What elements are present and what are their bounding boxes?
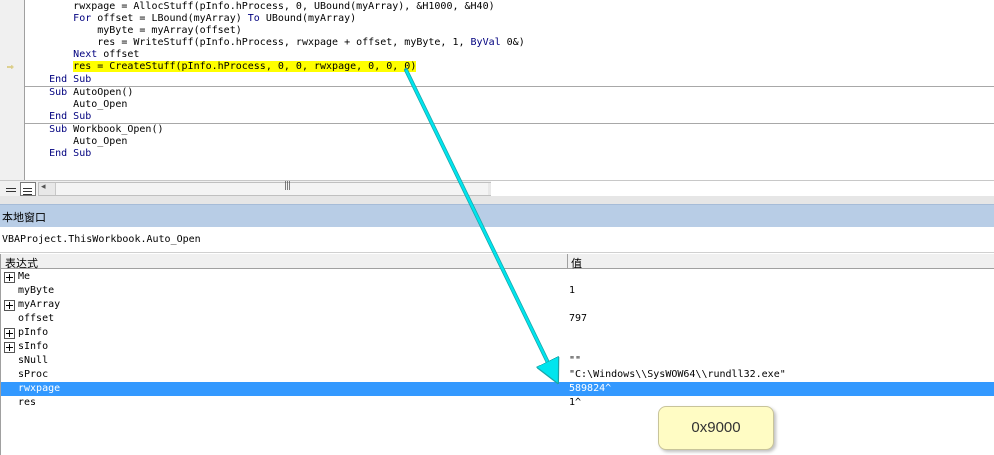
locals-context-label: VBAProject.ThisWorkbook.Auto_Open xyxy=(2,234,201,245)
code-line-text: Auto_Open xyxy=(73,136,128,148)
locals-row-value: 589824^ xyxy=(569,383,612,394)
code-line[interactable]: res = WriteStuff(pInfo.hProcess, rwxpage… xyxy=(25,37,994,49)
code-line[interactable]: Auto_Open xyxy=(25,136,994,148)
current-statement-arrow-icon: ⇨ xyxy=(7,60,14,73)
code-line-text: Sub AutoOpen() xyxy=(49,86,134,98)
column-divider[interactable] xyxy=(567,254,568,268)
expand-plus-icon[interactable] xyxy=(4,342,15,353)
code-line-text: End Sub xyxy=(49,73,92,85)
code-line-indent xyxy=(25,49,73,60)
code-line-indent xyxy=(25,148,49,159)
code-line-text: Auto_Open xyxy=(73,98,128,110)
code-line[interactable]: Next offset xyxy=(25,49,994,61)
code-line-indent xyxy=(25,25,97,36)
locals-row[interactable]: Me xyxy=(1,270,994,284)
locals-row[interactable]: offset 797 xyxy=(1,312,994,326)
locals-row-value: 797 xyxy=(569,313,588,324)
code-line-text: rwxpage = AllocStuff(pInfo.hProcess, 0, … xyxy=(73,1,495,12)
locals-row-name: res xyxy=(18,397,37,408)
code-line-indent xyxy=(25,61,73,72)
locals-row[interactable]: sNull "" xyxy=(1,354,994,368)
code-line-indent xyxy=(25,99,73,110)
window-splitter[interactable] xyxy=(0,196,994,204)
code-line-indent xyxy=(25,136,73,147)
expand-plus-icon[interactable] xyxy=(4,328,15,339)
code-line-indent xyxy=(25,111,49,122)
code-line[interactable]: Sub Workbook_Open() xyxy=(25,122,994,136)
code-line[interactable]: End Sub xyxy=(25,111,994,123)
code-line-text: res = WriteStuff(pInfo.hProcess, rwxpage… xyxy=(97,37,525,49)
locals-grid: 表达式 值 Me myByte 1 myArray offset 797 pInfo sInf… xyxy=(0,254,994,455)
full-module-view-button[interactable] xyxy=(20,182,36,196)
locals-row-name: myByte xyxy=(18,285,55,296)
code-line-indent xyxy=(25,74,49,85)
value-column-header[interactable]: 值 xyxy=(571,255,582,271)
code-line-text: End Sub xyxy=(49,148,92,160)
locals-window-title-bar[interactable]: 本地窗口 xyxy=(0,204,994,227)
locals-row-name: Me xyxy=(18,271,31,282)
locals-row-name: offset xyxy=(18,313,55,324)
horizontal-scrollbar[interactable]: ◂ ||| xyxy=(38,181,492,196)
code-window-bottom-blank xyxy=(491,181,994,196)
locals-row[interactable]: res 1^ xyxy=(1,396,994,410)
locals-row-value: "C:\Windows\\SysWOW64\\rundll32.exe" xyxy=(569,369,786,380)
scrollbar-grip-icon: ||| xyxy=(284,181,291,191)
code-line-text: res = CreateStuff(pInfo.hProcess, 0, 0, … xyxy=(73,61,417,73)
locals-row-name: myArray xyxy=(18,299,61,310)
code-line-text: Sub Workbook_Open() xyxy=(49,123,164,135)
code-line-indent xyxy=(25,1,73,12)
code-line-indent xyxy=(25,13,73,24)
code-line-text: For offset = LBound(myArray) To UBound(m… xyxy=(73,13,357,25)
expression-column-header[interactable]: 表达式 xyxy=(5,255,38,271)
annotation-callout-text: 0x9000 xyxy=(691,419,741,436)
code-line[interactable]: myByte = myArray(offset) xyxy=(25,25,994,37)
scroll-left-arrow-icon[interactable]: ◂ xyxy=(41,182,46,192)
locals-row[interactable]: myByte 1 xyxy=(1,284,994,298)
code-line-indent xyxy=(25,87,49,98)
code-editor[interactable]: ⇨ rwxpage = AllocStuff(pInfo.hProcess, 0… xyxy=(0,0,994,180)
code-line-indent xyxy=(25,124,49,135)
locals-context-bar: VBAProject.ThisWorkbook.Auto_Open xyxy=(0,227,994,253)
locals-row-name: sNull xyxy=(18,355,49,366)
locals-window-title: 本地窗口 xyxy=(2,211,46,224)
code-line[interactable]: End Sub xyxy=(25,148,994,160)
locals-row-value: "" xyxy=(569,355,582,366)
locals-row-name: sInfo xyxy=(18,341,49,352)
locals-row-name: pInfo xyxy=(18,327,49,338)
expand-plus-icon[interactable] xyxy=(4,300,15,311)
locals-row-name: rwxpage xyxy=(18,383,61,394)
code-line-text: Next offset xyxy=(73,49,140,61)
locals-row[interactable]: pInfo xyxy=(1,326,994,340)
code-lines: rwxpage = AllocStuff(pInfo.hProcess, 0, … xyxy=(25,1,994,160)
code-line[interactable]: Sub AutoOpen() xyxy=(25,85,994,99)
code-line-text: End Sub xyxy=(49,110,92,122)
procedure-view-button[interactable] xyxy=(4,182,18,194)
locals-grid-rows: Me myByte 1 myArray offset 797 pInfo sInfo sNull… xyxy=(1,270,994,410)
locals-grid-header: 表达式 值 xyxy=(1,254,994,271)
code-line[interactable]: Auto_Open xyxy=(25,99,994,111)
code-line[interactable]: res = CreateStuff(pInfo.hProcess, 0, 0, … xyxy=(25,61,994,73)
code-line-indent xyxy=(25,37,97,48)
locals-row[interactable]: rwxpage 589824^ xyxy=(1,382,994,396)
code-line-text: myByte = myArray(offset) xyxy=(97,25,242,37)
locals-row[interactable]: sInfo xyxy=(1,340,994,354)
locals-row-value: 1^ xyxy=(569,397,582,408)
expand-plus-icon[interactable] xyxy=(4,272,15,283)
scrollbar-thumb[interactable]: ||| xyxy=(55,181,488,195)
code-margin-indicator-bar[interactable]: ⇨ xyxy=(0,0,25,180)
annotation-callout: 0x9000 xyxy=(658,406,774,450)
code-line[interactable]: rwxpage = AllocStuff(pInfo.hProcess, 0, … xyxy=(25,1,994,13)
code-line[interactable]: End Sub xyxy=(25,74,994,86)
locals-row[interactable]: myArray xyxy=(1,298,994,312)
locals-row-name: sProc xyxy=(18,369,49,380)
locals-row-value: 1 xyxy=(569,285,576,296)
locals-row[interactable]: sProc "C:\Windows\\SysWOW64\\rundll32.exe… xyxy=(1,368,994,382)
code-line[interactable]: For offset = LBound(myArray) To UBound(m… xyxy=(25,13,994,25)
code-window-bottom-bar: ◂ ||| xyxy=(0,180,994,196)
